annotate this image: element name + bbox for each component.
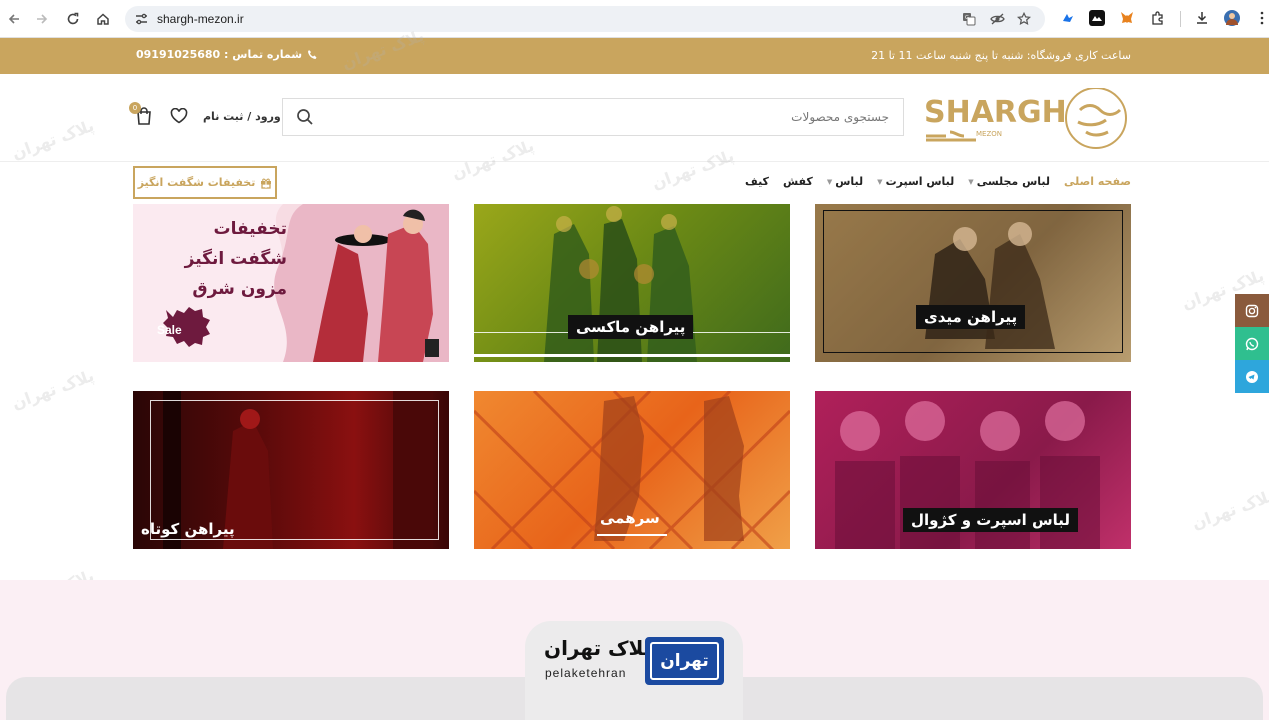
menu-item-label: کیف (744, 175, 769, 188)
toolbar-divider (1180, 11, 1181, 27)
sale-badge: Sale (157, 323, 182, 337)
sale-banner[interactable]: تخفیفات شگفت انگیز مزون شرق Sale (133, 204, 449, 362)
chevron-down-icon: ▼ (877, 177, 883, 186)
menu-dots-icon[interactable] (1254, 10, 1269, 26)
pelaketehran-latin: pelaketehran (545, 666, 627, 680)
home-icon[interactable] (93, 9, 113, 29)
midi-dress-caption: پیراهن میدی (916, 305, 1026, 329)
site-header: SHARGH MEZON جستجوی محصولات ورود / ثبت ن… (0, 74, 1269, 162)
store-hours: ساعت کاری فروشگاه: شنبه تا پنج شنبه ساعت… (871, 49, 1131, 62)
wishlist-icon[interactable] (170, 107, 188, 128)
profile-avatar[interactable] (1224, 10, 1240, 26)
url-text[interactable]: shargh-mezon.ir (157, 12, 244, 26)
extension-1-icon[interactable] (1060, 10, 1076, 26)
jumpsuit-caption: سرهمی (600, 509, 660, 527)
extension-2-icon[interactable] (1089, 10, 1105, 26)
watermark: پلاک تهران (9, 365, 97, 414)
category-midi-dress[interactable]: پیراهن میدی (815, 204, 1131, 362)
sport-casual-caption: لباس اسپرت و کژوال (903, 508, 1079, 532)
sale-line-1: تخفیفات (213, 219, 287, 239)
menu-item-label: کفش (782, 175, 813, 188)
menu-item-label: لباس اسپرت (885, 175, 955, 188)
browser-toolbar: shargh-mezon.ir G (0, 0, 1269, 38)
site-settings-icon[interactable] (135, 13, 148, 25)
reload-icon[interactable] (63, 9, 83, 29)
tehran-plate-logo: تهران (645, 637, 724, 685)
menu-item-home[interactable]: صفحه اصلی (1064, 175, 1131, 188)
product-search[interactable]: جستجوی محصولات (282, 98, 904, 136)
menu-item-shoes[interactable]: کفش (783, 175, 813, 188)
back-icon[interactable] (4, 9, 24, 29)
menu-item-label: لباس (835, 175, 864, 188)
logo-sub-text: MEZON (976, 130, 1002, 138)
logo-text: SHARGH (924, 95, 1067, 130)
menu-item-bags[interactable]: کیف (745, 175, 769, 188)
cart-count-badge: 0 (129, 102, 141, 114)
download-icon[interactable] (1194, 10, 1210, 26)
search-icon[interactable] (283, 99, 327, 135)
short-dress-caption: پیراهن کوتاه (141, 520, 235, 538)
special-offers-label: تخفیفات شگفت انگیز (137, 176, 256, 189)
menu-item-party-dress[interactable]: لباس مجلسی ▼ (968, 175, 1050, 188)
extensions-icon[interactable] (1150, 10, 1166, 26)
contact-phone-text: شماره تماس : 09191025680 (136, 48, 303, 61)
gift-icon (261, 178, 272, 189)
metamask-icon[interactable] (1119, 10, 1135, 26)
contact-phone[interactable]: شماره تماس : 09191025680 (136, 48, 318, 61)
category-sport-casual[interactable]: لباس اسپرت و کژوال (815, 391, 1131, 549)
sale-line-2: شگفت انگیز (184, 249, 287, 269)
main-menu: صفحه اصلی لباس مجلسی ▼ لباس اسپرت ▼ لباس ▼ … (745, 175, 1131, 188)
translate-icon[interactable]: G (961, 11, 977, 27)
tile-underline (474, 354, 790, 357)
login-register-link[interactable]: ورود / ثبت نام (203, 110, 281, 123)
plate-text: تهران (660, 651, 709, 671)
menu-item-clothing[interactable]: لباس ▼ (827, 175, 863, 188)
menu-item-label: لباس مجلسی (976, 175, 1050, 188)
pelaketehran-name: پلاک تهران (544, 636, 652, 660)
chevron-down-icon: ▼ (826, 177, 833, 186)
svg-text:G: G (965, 15, 969, 21)
maxi-dress-caption: پیراهن ماکسی (568, 315, 694, 339)
category-short-dress[interactable]: پیراهن کوتاه (133, 391, 449, 549)
tile-frame (823, 210, 1123, 353)
tile-underline (597, 534, 667, 536)
top-info-bar: ساعت کاری فروشگاه: شنبه تا پنج شنبه ساعت… (0, 38, 1269, 74)
whatsapp-icon[interactable] (1235, 327, 1269, 360)
watermark: پلاک تهران (1189, 485, 1269, 534)
instagram-icon[interactable] (1235, 294, 1269, 327)
cart-icon[interactable]: 0 (129, 102, 152, 129)
menu-item-label: صفحه اصلی (1064, 175, 1131, 188)
eye-off-icon[interactable] (989, 11, 1005, 27)
star-icon[interactable] (1016, 11, 1032, 27)
category-jumpsuit[interactable]: سرهمی (474, 391, 790, 549)
sale-line-3: مزون شرق (192, 279, 287, 299)
address-bar[interactable]: shargh-mezon.ir G (125, 6, 1045, 32)
phone-icon (308, 50, 317, 59)
forward-icon[interactable] (32, 9, 52, 29)
search-input[interactable]: جستجوی محصولات (791, 110, 889, 124)
category-maxi-dress[interactable]: پیراهن ماکسی (474, 204, 790, 362)
chevron-down-icon: ▼ (968, 177, 974, 186)
special-offers-button[interactable]: تخفیفات شگفت انگیز (133, 166, 277, 199)
sale-banner-text: تخفیفات شگفت انگیز مزون شرق (185, 214, 287, 304)
telegram-icon[interactable] (1235, 360, 1269, 393)
shargh-mezon-logo[interactable]: SHARGH MEZON (920, 87, 1130, 152)
menu-item-sportswear[interactable]: لباس اسپرت ▼ (877, 175, 954, 188)
